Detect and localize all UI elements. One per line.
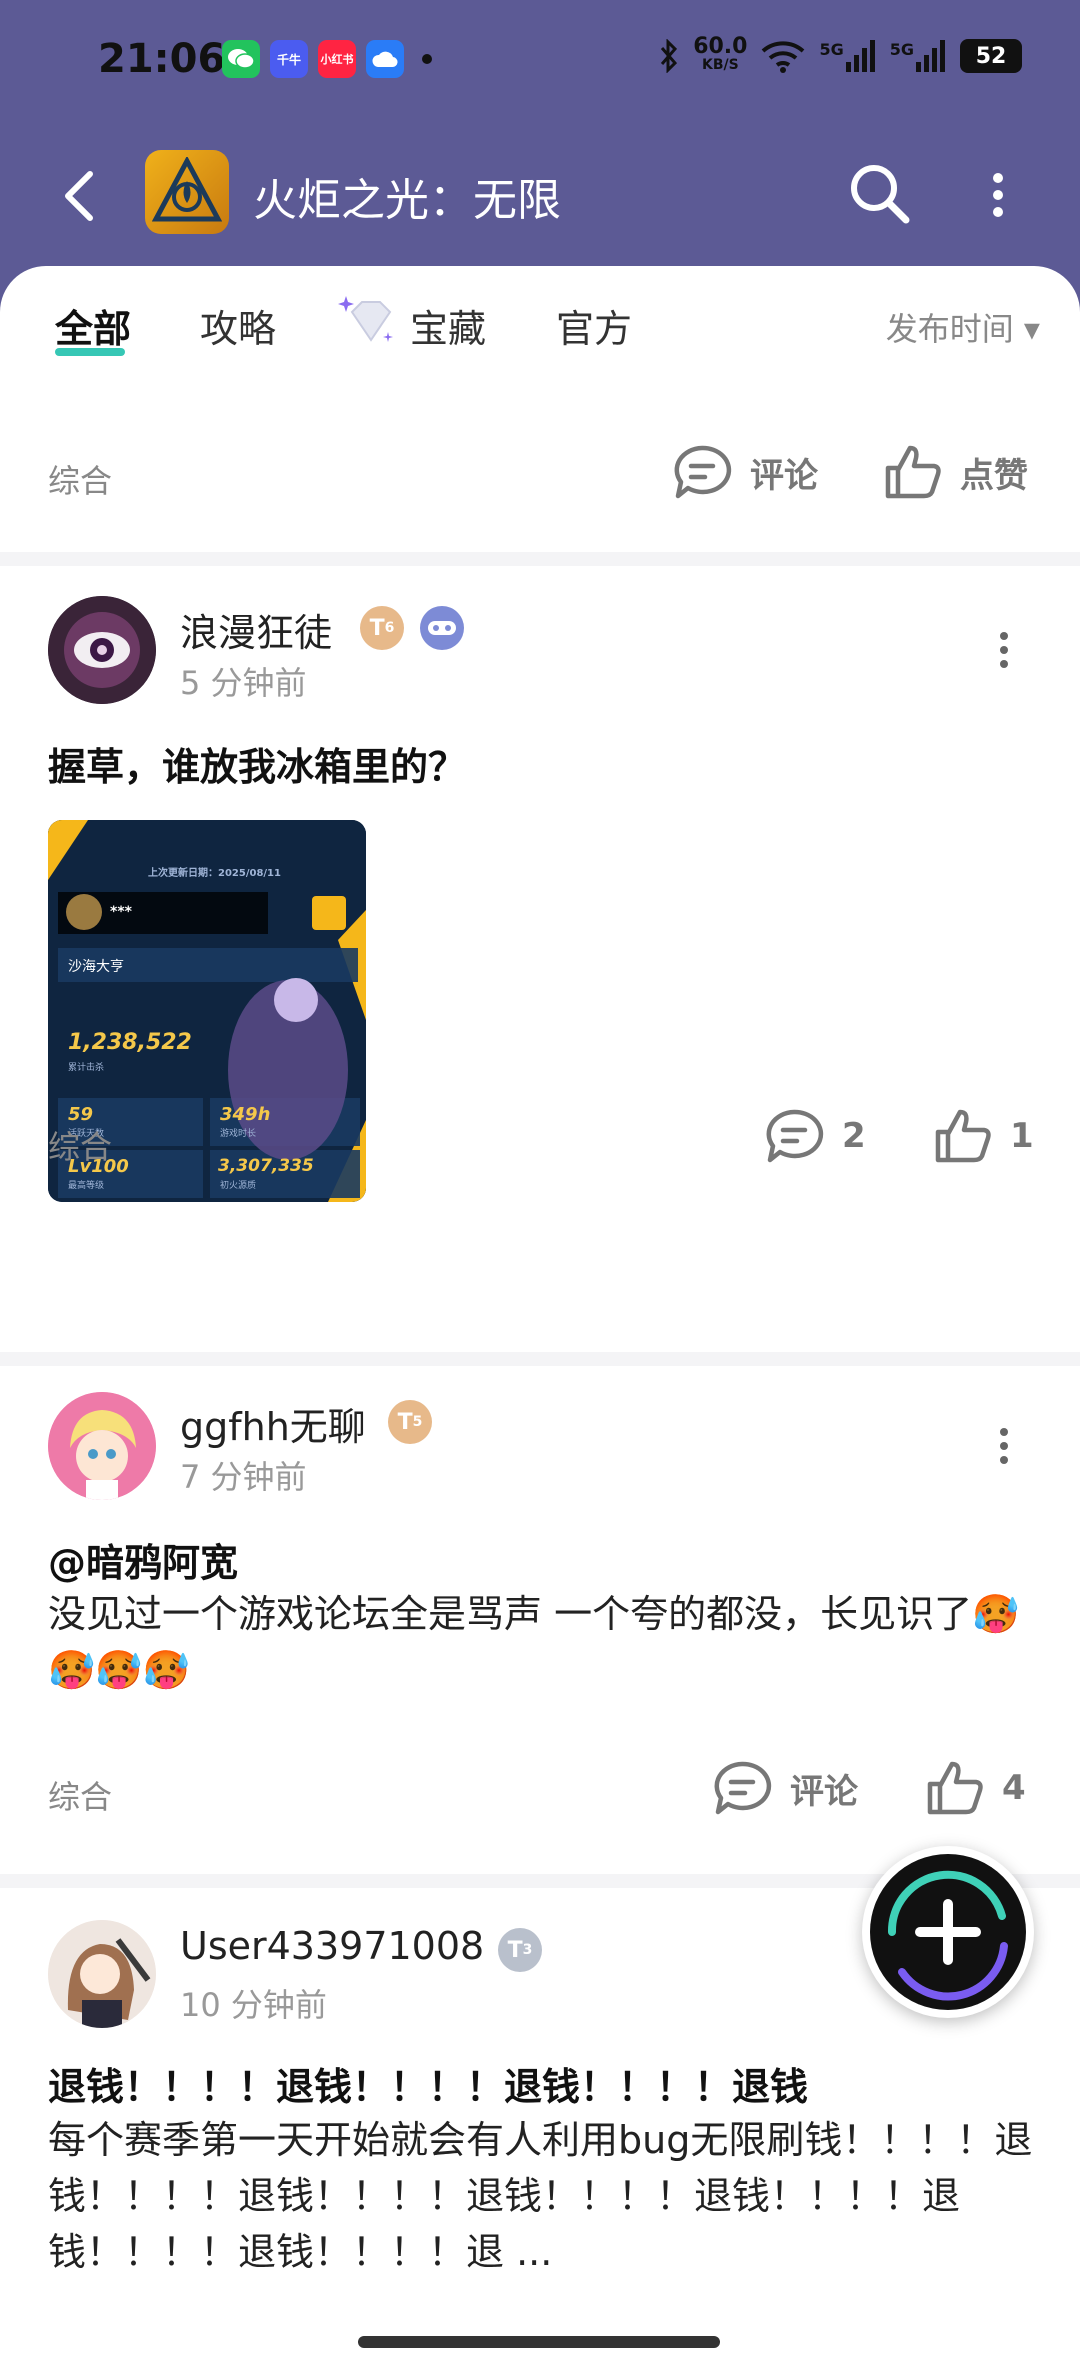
post-more-icon[interactable]: [996, 1426, 1012, 1466]
like-count: 1: [1010, 1116, 1034, 1156]
avatar[interactable]: [48, 1920, 156, 2028]
more-notifications-dot: [422, 54, 432, 64]
post-title[interactable]: 握草，谁放我冰箱里的？: [48, 736, 466, 791]
like-button[interactable]: 4: [926, 1760, 1026, 1816]
username[interactable]: 浪漫狂徒: [180, 602, 332, 657]
signal-bars-icon: [845, 40, 875, 72]
post-body[interactable]: 每个赛季第一天开始就会有人利用bug无限刷钱！！！！退钱！！！！退钱！！！！退钱…: [48, 2112, 1038, 2280]
net-type-2: 5G: [889, 40, 914, 59]
post-tag[interactable]: 综合: [48, 456, 112, 502]
post-title[interactable]: 退钱！！！！退钱！！！！退钱！！！！退钱: [48, 2056, 808, 2111]
like-button[interactable]: 1: [934, 1108, 1034, 1164]
network-speed: 60.0 KB/S: [693, 34, 748, 74]
game-logo[interactable]: [145, 150, 229, 234]
app-header: 火炬之光：无限: [0, 120, 1080, 270]
status-time: 21:06: [98, 36, 226, 82]
diamond-icon: [338, 296, 393, 342]
signal-2: 5G: [890, 40, 946, 72]
level-number: 5: [412, 1414, 423, 1430]
create-post-button[interactable]: [862, 1846, 1034, 2018]
comment-icon: [714, 1761, 772, 1815]
level-number: 3: [522, 1942, 533, 1958]
back-arrow-icon[interactable]: [58, 168, 102, 224]
xiaohongshu-app-icon: 小红书: [318, 40, 356, 78]
card-player: ***: [110, 904, 132, 920]
level-number: 6: [384, 620, 395, 636]
card-fire: 3,307,335: [218, 1156, 314, 1176]
thumbs-up-icon: [885, 445, 941, 499]
search-icon[interactable]: [848, 162, 912, 226]
card-date: 上次更新日期：2025/08/11: [148, 868, 281, 879]
tab-all[interactable]: 全部: [55, 298, 131, 353]
torchlight-emblem-icon: [152, 157, 222, 222]
anime-girl-avatar-icon: [48, 1920, 156, 2028]
signal-1: 5G: [819, 40, 875, 72]
username[interactable]: User433971008: [180, 1924, 484, 1968]
wifi-icon: [762, 41, 805, 73]
status-bar: 21:06 千牛 小红书 60.0 KB/S 5G 5G 52: [0, 0, 1080, 120]
card-big-number: 1,238,522: [68, 1030, 192, 1055]
comment-label: 评论: [790, 1771, 858, 1812]
tab-treasure[interactable]: 宝藏: [410, 298, 486, 353]
cloud-app-icon: [366, 40, 404, 78]
qianniu-app-icon: 千牛: [270, 40, 308, 78]
like-label: 点赞: [960, 455, 1028, 496]
bluetooth-icon: [661, 39, 678, 73]
level-badge: T6: [360, 606, 404, 650]
content-sheet: 全部 攻略 宝藏 官方 发布时间 ▾ 综合 评论 点赞 浪漫狂徒 T 6 5 分…: [0, 266, 1080, 2375]
comment-button[interactable]: 2: [764, 1108, 866, 1164]
username[interactable]: ggfhh无聊: [180, 1396, 366, 1451]
wechat-app-icon: [222, 40, 260, 78]
card-big-caption: 累计击杀: [68, 1063, 105, 1073]
post-time: 10 分钟前: [180, 1986, 327, 2024]
card-hours: 349h: [220, 1104, 271, 1125]
comment-icon: [766, 1109, 824, 1163]
sort-dropdown[interactable]: 发布时间 ▾: [886, 304, 1040, 350]
signal-bars-icon: [916, 40, 945, 72]
post-tag[interactable]: 综合: [48, 1122, 112, 1168]
post-more-icon[interactable]: [996, 630, 1012, 670]
comment-button[interactable]: 评论: [672, 444, 818, 500]
more-options-icon[interactable]: [988, 170, 1008, 220]
post-tag[interactable]: 综合: [48, 1772, 112, 1818]
plus-icon: [870, 1854, 1026, 2010]
battery-indicator: 52: [960, 39, 1022, 73]
tab-official[interactable]: 官方: [556, 298, 632, 353]
card-hours-caption: 游戏时长: [220, 1129, 257, 1139]
post-title[interactable]: @暗鸦阿宽: [48, 1532, 238, 1587]
thumbs-up-icon: [935, 1109, 991, 1163]
speed-value: 60.0: [693, 34, 748, 59]
card-fire-caption: 初火源质: [220, 1181, 257, 1191]
like-button[interactable]: 点赞: [884, 444, 1028, 500]
post-body[interactable]: 没见过一个游戏论坛全是骂声 一个夸的都没，长见识了🥵🥵🥵🥵: [48, 1586, 1038, 1698]
comment-label: 评论: [750, 455, 818, 496]
tab-guides[interactable]: 攻略: [200, 298, 276, 353]
eye-avatar-icon: [48, 596, 156, 704]
home-indicator[interactable]: [358, 2336, 720, 2348]
avatar[interactable]: [48, 1392, 156, 1500]
comment-count: 2: [842, 1116, 866, 1156]
level-badge: T5: [388, 1400, 432, 1444]
net-type-1: 5G: [819, 40, 844, 59]
active-tab-indicator: [55, 348, 125, 356]
anime-avatar-icon: [48, 1392, 156, 1500]
category-tabs: 全部 攻略 宝藏 官方 发布时间 ▾: [0, 266, 1080, 386]
comment-icon: [674, 445, 732, 499]
like-count: 4: [1002, 1768, 1026, 1808]
comment-button[interactable]: 评论: [712, 1760, 858, 1816]
forum-title: 火炬之光：无限: [253, 175, 561, 226]
system-indicators: 60.0 KB/S 5G 5G 52: [659, 34, 1022, 74]
thumbs-up-icon: [927, 1761, 983, 1815]
post-separator: [0, 1352, 1080, 1366]
gamepad-badge-icon: [420, 606, 464, 650]
card-rank: 沙海大亨: [68, 959, 124, 975]
post-time: 5 分钟前: [180, 664, 307, 702]
post-separator: [0, 552, 1080, 566]
post-time: 7 分钟前: [180, 1458, 307, 1496]
level-badge: T3: [498, 1928, 542, 1972]
notification-icons: 千牛 小红书: [222, 40, 432, 78]
avatar[interactable]: [48, 596, 156, 704]
card-level-caption: 最高等级: [68, 1181, 105, 1191]
